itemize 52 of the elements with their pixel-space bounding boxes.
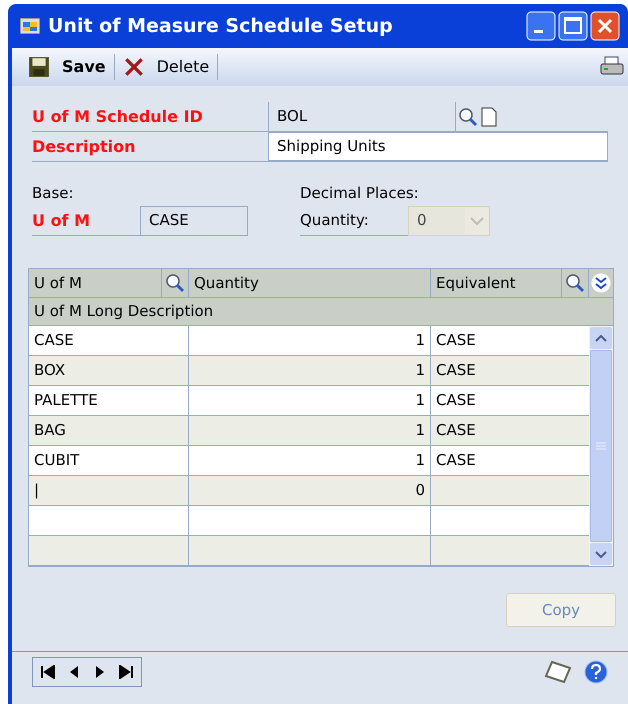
search-icon[interactable] xyxy=(458,106,478,126)
table-cell-text: 1 xyxy=(415,330,425,352)
table-cell-text: BAG xyxy=(34,420,66,442)
window-icon xyxy=(20,18,40,34)
table-cell-text: 1 xyxy=(415,420,425,442)
table-cell-text: 1 xyxy=(415,360,425,382)
last-record-icon[interactable] xyxy=(119,664,133,678)
table-cell-text: CASE xyxy=(436,390,476,412)
search-icon[interactable] xyxy=(165,273,185,293)
table-cell-text: 0 xyxy=(415,480,425,502)
search-icon[interactable] xyxy=(565,273,585,293)
schedule-id-field[interactable]: BOL xyxy=(268,102,456,131)
grip-icon xyxy=(596,442,606,450)
field-label: U of M xyxy=(32,210,92,232)
table-cell-text: 1 xyxy=(415,390,425,412)
field-label: Quantity: xyxy=(300,210,370,232)
note-icon[interactable] xyxy=(544,660,572,684)
base-heading: Base: xyxy=(32,183,75,204)
scroll-down-icon[interactable] xyxy=(590,543,612,565)
base-unit-field[interactable]: CASE xyxy=(140,206,248,236)
save-button[interactable]: Save xyxy=(62,55,106,79)
table-cell-text: CASE xyxy=(436,450,476,472)
table-cell-text: 1 xyxy=(415,450,425,472)
table-cell-text: CASE xyxy=(436,360,476,382)
table-cell-text: CASE xyxy=(436,330,476,352)
window-title: Unit of Measure Schedule Setup xyxy=(48,14,394,39)
description-field[interactable]: Shipping Units xyxy=(268,132,608,161)
column-header: Equivalent xyxy=(435,272,517,294)
table-cell-text: CASE xyxy=(436,420,476,442)
x-icon xyxy=(122,56,145,78)
chevron-down-icon xyxy=(465,208,489,234)
document-icon[interactable] xyxy=(480,106,498,126)
field-label: U of M Schedule ID xyxy=(32,106,204,128)
help-icon[interactable] xyxy=(584,660,608,684)
field-label: Description xyxy=(32,136,136,158)
column-header: Quantity xyxy=(193,272,260,294)
decimal-places-heading: Decimal Places: xyxy=(300,183,420,204)
first-record-icon[interactable] xyxy=(41,664,55,678)
table-cell-text: PALETTE xyxy=(34,390,98,412)
table-cell-text: CUBIT xyxy=(34,450,80,472)
expand-icon[interactable] xyxy=(591,273,611,293)
table-cell-text: BOX xyxy=(34,360,66,382)
column-header: U of M xyxy=(33,272,83,294)
minimize-icon[interactable] xyxy=(526,11,556,41)
table-cell-text: CASE xyxy=(34,330,74,352)
table-cell-text: | xyxy=(34,480,40,502)
column-header: U of M Long Description xyxy=(33,301,214,322)
scrollbar[interactable] xyxy=(589,326,613,566)
delete-button[interactable]: Delete xyxy=(156,55,210,79)
close-icon[interactable] xyxy=(590,11,620,41)
scroll-up-icon[interactable] xyxy=(590,327,612,349)
maximize-icon[interactable] xyxy=(558,11,588,41)
